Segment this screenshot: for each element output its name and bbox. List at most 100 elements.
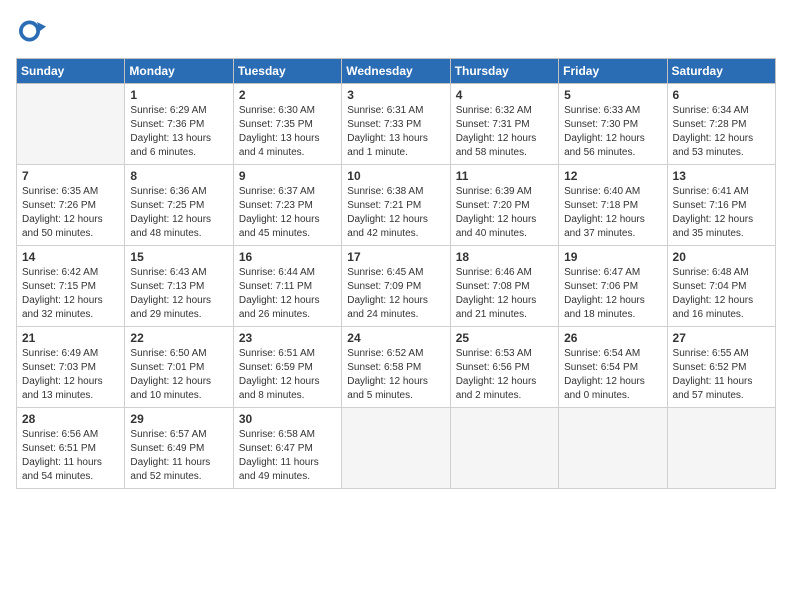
week-row: 21 Sunrise: 6:49 AM Sunset: 7:03 PM Dayli… (17, 327, 776, 408)
day-number: 30 (239, 412, 336, 426)
day-info: Sunrise: 6:34 AM Sunset: 7:28 PM Dayligh… (673, 104, 770, 160)
day-number: 26 (564, 331, 661, 345)
day-header-thursday: Thursday (450, 59, 558, 84)
calendar-cell: 18Sunrise: 6:46 AM Sunset: 7:08 PM Dayli… (450, 246, 558, 327)
calendar-cell (342, 408, 450, 489)
calendar-cell: 29Sunrise: 6:57 AM Sunset: 6:49 PM Dayli… (125, 408, 233, 489)
day-number: 2 (239, 88, 336, 102)
day-number: 10 (347, 169, 444, 183)
day-info: Sunrise: 6:42 AM Sunset: 7:15 PM Dayligh… (22, 266, 119, 322)
week-row: 28 Sunrise: 6:56 AM Sunset: 6:51 PM Dayli… (17, 408, 776, 489)
day-number: 24 (347, 331, 444, 345)
day-header-sunday: Sunday (17, 59, 125, 84)
logo (16, 16, 50, 46)
day-info: Sunrise: 6:46 AM Sunset: 7:08 PM Dayligh… (456, 266, 553, 322)
calendar-cell: 19Sunrise: 6:47 AM Sunset: 7:06 PM Dayli… (559, 246, 667, 327)
calendar-cell (559, 408, 667, 489)
calendar-cell: 15 Sunrise: 6:43 AM Sunset: 7:13 PM Dayli… (125, 246, 233, 327)
calendar-cell (17, 84, 125, 165)
day-number: 9 (239, 169, 336, 183)
day-number: 23 (239, 331, 336, 345)
day-number: 25 (456, 331, 553, 345)
day-number: 8 (130, 169, 227, 183)
week-row: 7Sunrise: 6:35 AM Sunset: 7:26 PM Daylig… (17, 165, 776, 246)
day-number: 11 (456, 169, 553, 183)
page: SundayMondayTuesdayWednesdayThursdayFrid… (0, 0, 792, 612)
calendar-cell: 28 Sunrise: 6:56 AM Sunset: 6:51 PM Dayli… (17, 408, 125, 489)
day-number: 17 (347, 250, 444, 264)
day-info: Sunrise: 6:47 AM Sunset: 7:06 PM Dayligh… (564, 266, 661, 322)
day-header-monday: Monday (125, 59, 233, 84)
calendar-cell: 25 Sunrise: 6:53 AM Sunset: 6:56 PM Dayli… (450, 327, 558, 408)
day-number: 5 (564, 88, 661, 102)
calendar-cell: 7Sunrise: 6:35 AM Sunset: 7:26 PM Daylig… (17, 165, 125, 246)
day-number: 4 (456, 88, 553, 102)
calendar-cell: 4Sunrise: 6:32 AM Sunset: 7:31 PM Daylig… (450, 84, 558, 165)
day-number: 16 (239, 250, 336, 264)
calendar-cell: 9 Sunrise: 6:37 AM Sunset: 7:23 PM Daylig… (233, 165, 341, 246)
day-info: Sunrise: 6:39 AM Sunset: 7:20 PM Dayligh… (456, 185, 553, 241)
calendar-cell: 21 Sunrise: 6:49 AM Sunset: 7:03 PM Dayli… (17, 327, 125, 408)
day-info: Sunrise: 6:51 AM Sunset: 6:59 PM Dayligh… (239, 347, 336, 403)
calendar-cell: 10 Sunrise: 6:38 AM Sunset: 7:21 PM Dayli… (342, 165, 450, 246)
day-info: Sunrise: 6:43 AM Sunset: 7:13 PM Dayligh… (130, 266, 227, 322)
day-number: 14 (22, 250, 119, 264)
week-row: 1 Sunrise: 6:29 AM Sunset: 7:36 PM Daylig… (17, 84, 776, 165)
day-info: Sunrise: 6:29 AM Sunset: 7:36 PM Dayligh… (130, 104, 227, 160)
day-info: Sunrise: 6:37 AM Sunset: 7:23 PM Dayligh… (239, 185, 336, 241)
calendar-cell: 14 Sunrise: 6:42 AM Sunset: 7:15 PM Dayli… (17, 246, 125, 327)
day-info: Sunrise: 6:38 AM Sunset: 7:21 PM Dayligh… (347, 185, 444, 241)
day-info: Sunrise: 6:44 AM Sunset: 7:11 PM Dayligh… (239, 266, 336, 322)
calendar-cell: 26Sunrise: 6:54 AM Sunset: 6:54 PM Dayli… (559, 327, 667, 408)
calendar-header: SundayMondayTuesdayWednesdayThursdayFrid… (17, 59, 776, 84)
day-info: Sunrise: 6:48 AM Sunset: 7:04 PM Dayligh… (673, 266, 770, 322)
calendar-cell: 1 Sunrise: 6:29 AM Sunset: 7:36 PM Daylig… (125, 84, 233, 165)
calendar-cell: 17 Sunrise: 6:45 AM Sunset: 7:09 PM Dayli… (342, 246, 450, 327)
day-info: Sunrise: 6:58 AM Sunset: 6:47 PM Dayligh… (239, 428, 336, 484)
day-number: 1 (130, 88, 227, 102)
day-info: Sunrise: 6:55 AM Sunset: 6:52 PM Dayligh… (673, 347, 770, 403)
day-header-tuesday: Tuesday (233, 59, 341, 84)
day-info: Sunrise: 6:50 AM Sunset: 7:01 PM Dayligh… (130, 347, 227, 403)
day-number: 15 (130, 250, 227, 264)
logo-icon (16, 16, 46, 46)
calendar-cell: 30 Sunrise: 6:58 AM Sunset: 6:47 PM Dayli… (233, 408, 341, 489)
day-info: Sunrise: 6:31 AM Sunset: 7:33 PM Dayligh… (347, 104, 444, 160)
calendar-cell: 8 Sunrise: 6:36 AM Sunset: 7:25 PM Daylig… (125, 165, 233, 246)
calendar-cell: 3Sunrise: 6:31 AM Sunset: 7:33 PM Daylig… (342, 84, 450, 165)
day-number: 20 (673, 250, 770, 264)
calendar-cell: 24 Sunrise: 6:52 AM Sunset: 6:58 PM Dayli… (342, 327, 450, 408)
calendar-cell: 6Sunrise: 6:34 AM Sunset: 7:28 PM Daylig… (667, 84, 775, 165)
day-info: Sunrise: 6:52 AM Sunset: 6:58 PM Dayligh… (347, 347, 444, 403)
day-info: Sunrise: 6:30 AM Sunset: 7:35 PM Dayligh… (239, 104, 336, 160)
day-info: Sunrise: 6:35 AM Sunset: 7:26 PM Dayligh… (22, 185, 119, 241)
header-row: SundayMondayTuesdayWednesdayThursdayFrid… (17, 59, 776, 84)
calendar-body: 1 Sunrise: 6:29 AM Sunset: 7:36 PM Daylig… (17, 84, 776, 489)
calendar-cell: 23 Sunrise: 6:51 AM Sunset: 6:59 PM Dayli… (233, 327, 341, 408)
day-number: 22 (130, 331, 227, 345)
day-number: 28 (22, 412, 119, 426)
day-info: Sunrise: 6:45 AM Sunset: 7:09 PM Dayligh… (347, 266, 444, 322)
calendar-cell: 20 Sunrise: 6:48 AM Sunset: 7:04 PM Dayli… (667, 246, 775, 327)
day-info: Sunrise: 6:33 AM Sunset: 7:30 PM Dayligh… (564, 104, 661, 160)
day-number: 21 (22, 331, 119, 345)
day-info: Sunrise: 6:40 AM Sunset: 7:18 PM Dayligh… (564, 185, 661, 241)
calendar-cell: 22 Sunrise: 6:50 AM Sunset: 7:01 PM Dayli… (125, 327, 233, 408)
day-number: 27 (673, 331, 770, 345)
header (16, 16, 776, 46)
day-number: 12 (564, 169, 661, 183)
calendar-cell: 11 Sunrise: 6:39 AM Sunset: 7:20 PM Dayli… (450, 165, 558, 246)
week-row: 14 Sunrise: 6:42 AM Sunset: 7:15 PM Dayli… (17, 246, 776, 327)
day-header-wednesday: Wednesday (342, 59, 450, 84)
day-info: Sunrise: 6:41 AM Sunset: 7:16 PM Dayligh… (673, 185, 770, 241)
day-header-saturday: Saturday (667, 59, 775, 84)
day-info: Sunrise: 6:53 AM Sunset: 6:56 PM Dayligh… (456, 347, 553, 403)
calendar: SundayMondayTuesdayWednesdayThursdayFrid… (16, 58, 776, 489)
calendar-cell (450, 408, 558, 489)
day-info: Sunrise: 6:56 AM Sunset: 6:51 PM Dayligh… (22, 428, 119, 484)
calendar-cell (667, 408, 775, 489)
day-info: Sunrise: 6:36 AM Sunset: 7:25 PM Dayligh… (130, 185, 227, 241)
day-info: Sunrise: 6:49 AM Sunset: 7:03 PM Dayligh… (22, 347, 119, 403)
calendar-cell: 16 Sunrise: 6:44 AM Sunset: 7:11 PM Dayli… (233, 246, 341, 327)
calendar-cell: 27 Sunrise: 6:55 AM Sunset: 6:52 PM Dayli… (667, 327, 775, 408)
